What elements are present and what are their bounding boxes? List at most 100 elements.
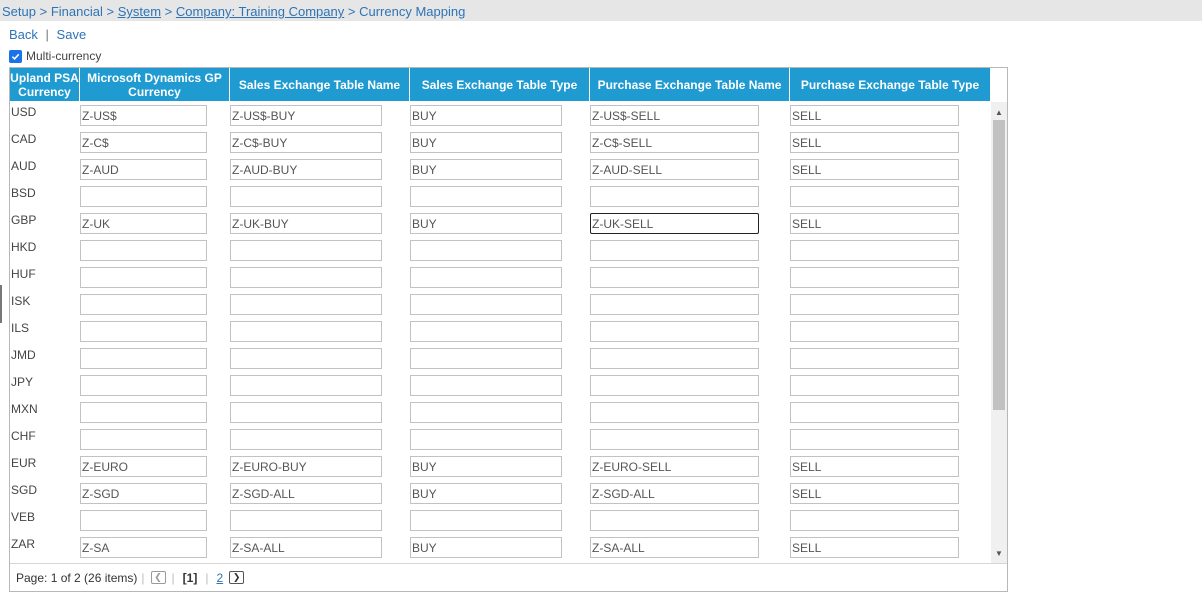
purchase-table-name-input[interactable]	[590, 105, 759, 126]
sales-table-type-input[interactable]	[410, 429, 562, 450]
purchase-table-name-input[interactable]	[590, 267, 759, 288]
gp-currency-input[interactable]	[80, 159, 207, 180]
purchase-table-type-input[interactable]	[790, 294, 959, 315]
gp-currency-input[interactable]	[80, 240, 207, 261]
gp-currency-input[interactable]	[80, 186, 207, 207]
gp-currency-input[interactable]	[80, 375, 207, 396]
purchase-table-type-input[interactable]	[790, 240, 959, 261]
sales-table-name-input[interactable]	[230, 186, 382, 207]
purchase-table-type-input[interactable]	[790, 537, 959, 558]
sales-table-name-input[interactable]	[230, 294, 382, 315]
sales-table-type-input[interactable]	[410, 348, 562, 369]
purchase-table-type-input[interactable]	[790, 159, 959, 180]
sales-table-name-input[interactable]	[230, 375, 382, 396]
gp-currency-input[interactable]	[80, 105, 207, 126]
gp-currency-input[interactable]	[80, 348, 207, 369]
sales-table-name-input[interactable]	[230, 402, 382, 423]
sales-table-type-input[interactable]	[410, 132, 562, 153]
sales-table-name-input[interactable]	[230, 537, 382, 558]
purchase-table-type-input[interactable]	[790, 429, 959, 450]
breadcrumb-setup[interactable]: Setup	[2, 4, 36, 19]
chevron-right-icon[interactable]: ❯	[229, 571, 245, 584]
gp-currency-input[interactable]	[80, 537, 207, 558]
purchase-table-name-input[interactable]	[590, 510, 759, 531]
purchase-table-type-input[interactable]	[790, 456, 959, 477]
gp-currency-input[interactable]	[80, 456, 207, 477]
purchase-table-name-input[interactable]	[590, 483, 759, 504]
back-link[interactable]: Back	[9, 27, 38, 42]
purchase-table-name-input[interactable]	[590, 429, 759, 450]
vertical-scrollbar[interactable]: ▲ ▼	[991, 102, 1007, 563]
breadcrumb-financial[interactable]: Financial	[51, 4, 103, 19]
purchase-table-type-input[interactable]	[790, 510, 959, 531]
sales-table-name-input[interactable]	[230, 240, 382, 261]
sales-table-name-input[interactable]	[230, 132, 382, 153]
sales-table-type-input[interactable]	[410, 186, 562, 207]
purchase-table-type-input[interactable]	[790, 105, 959, 126]
sales-table-name-input[interactable]	[230, 456, 382, 477]
purchase-table-name-input[interactable]	[590, 456, 759, 477]
save-link[interactable]: Save	[57, 27, 87, 42]
gp-currency-input[interactable]	[80, 510, 207, 531]
gp-currency-input[interactable]	[80, 132, 207, 153]
sales-table-name-input[interactable]	[230, 159, 382, 180]
purchase-table-name-input[interactable]	[590, 294, 759, 315]
sales-table-type-input[interactable]	[410, 240, 562, 261]
gp-currency-input[interactable]	[80, 321, 207, 342]
sales-table-type-input[interactable]	[410, 267, 562, 288]
purchase-table-type-input[interactable]	[790, 186, 959, 207]
purchase-table-type-input[interactable]	[790, 267, 959, 288]
purchase-table-type-input[interactable]	[790, 132, 959, 153]
purchase-table-name-input[interactable]	[590, 402, 759, 423]
purchase-table-name-input[interactable]	[590, 186, 759, 207]
purchase-table-type-input[interactable]	[790, 348, 959, 369]
purchase-table-type-input[interactable]	[790, 321, 959, 342]
purchase-table-name-input[interactable]	[590, 240, 759, 261]
sales-table-type-input[interactable]	[410, 105, 562, 126]
sales-table-name-input[interactable]	[230, 321, 382, 342]
sales-table-name-input[interactable]	[230, 483, 382, 504]
sales-table-type-input[interactable]	[410, 483, 562, 504]
purchase-table-name-input[interactable]	[590, 537, 759, 558]
sales-table-type-input[interactable]	[410, 294, 562, 315]
multi-currency-checkbox[interactable]	[9, 49, 22, 63]
purchase-table-name-input[interactable]	[590, 321, 759, 342]
sales-table-type-input[interactable]	[410, 159, 562, 180]
breadcrumb-system[interactable]: System	[118, 4, 161, 19]
scroll-down-icon[interactable]: ▼	[991, 545, 1007, 561]
sales-table-type-input[interactable]	[410, 375, 562, 396]
purchase-table-name-input[interactable]	[590, 348, 759, 369]
pager-page-link[interactable]: 2	[216, 571, 223, 585]
sales-table-type-input[interactable]	[410, 537, 562, 558]
gp-currency-input[interactable]	[80, 429, 207, 450]
scroll-thumb[interactable]	[993, 120, 1005, 410]
sales-table-name-input[interactable]	[230, 429, 382, 450]
sales-table-name-input[interactable]	[230, 348, 382, 369]
gp-currency-input[interactable]	[80, 213, 207, 234]
gp-currency-input[interactable]	[80, 267, 207, 288]
purchase-table-type-input[interactable]	[790, 375, 959, 396]
sales-table-type-input[interactable]	[410, 402, 562, 423]
purchase-table-type-input[interactable]	[790, 483, 959, 504]
sales-table-type-input[interactable]	[410, 213, 562, 234]
gp-currency-input[interactable]	[80, 483, 207, 504]
sales-table-type-input[interactable]	[410, 321, 562, 342]
breadcrumb-company[interactable]: Company: Training Company	[176, 4, 344, 19]
sales-table-name-input[interactable]	[230, 267, 382, 288]
sales-table-type-input[interactable]	[410, 510, 562, 531]
purchase-table-name-input[interactable]	[590, 132, 759, 153]
purchase-table-name-input[interactable]	[590, 213, 759, 234]
sales-table-name-input[interactable]	[230, 105, 382, 126]
sales-table-name-input[interactable]	[230, 213, 382, 234]
sales-table-name-input[interactable]	[230, 510, 382, 531]
scroll-up-icon[interactable]: ▲	[991, 104, 1007, 120]
gp-currency-input[interactable]	[80, 402, 207, 423]
purchase-table-name-input[interactable]	[590, 159, 759, 180]
chevron-left-icon[interactable]: ❮	[150, 571, 166, 584]
purchase-table-type-input[interactable]	[790, 213, 959, 234]
psa-currency-code: AUD	[11, 159, 37, 173]
purchase-table-type-input[interactable]	[790, 402, 959, 423]
purchase-table-name-input[interactable]	[590, 375, 759, 396]
gp-currency-input[interactable]	[80, 294, 207, 315]
sales-table-type-input[interactable]	[410, 456, 562, 477]
